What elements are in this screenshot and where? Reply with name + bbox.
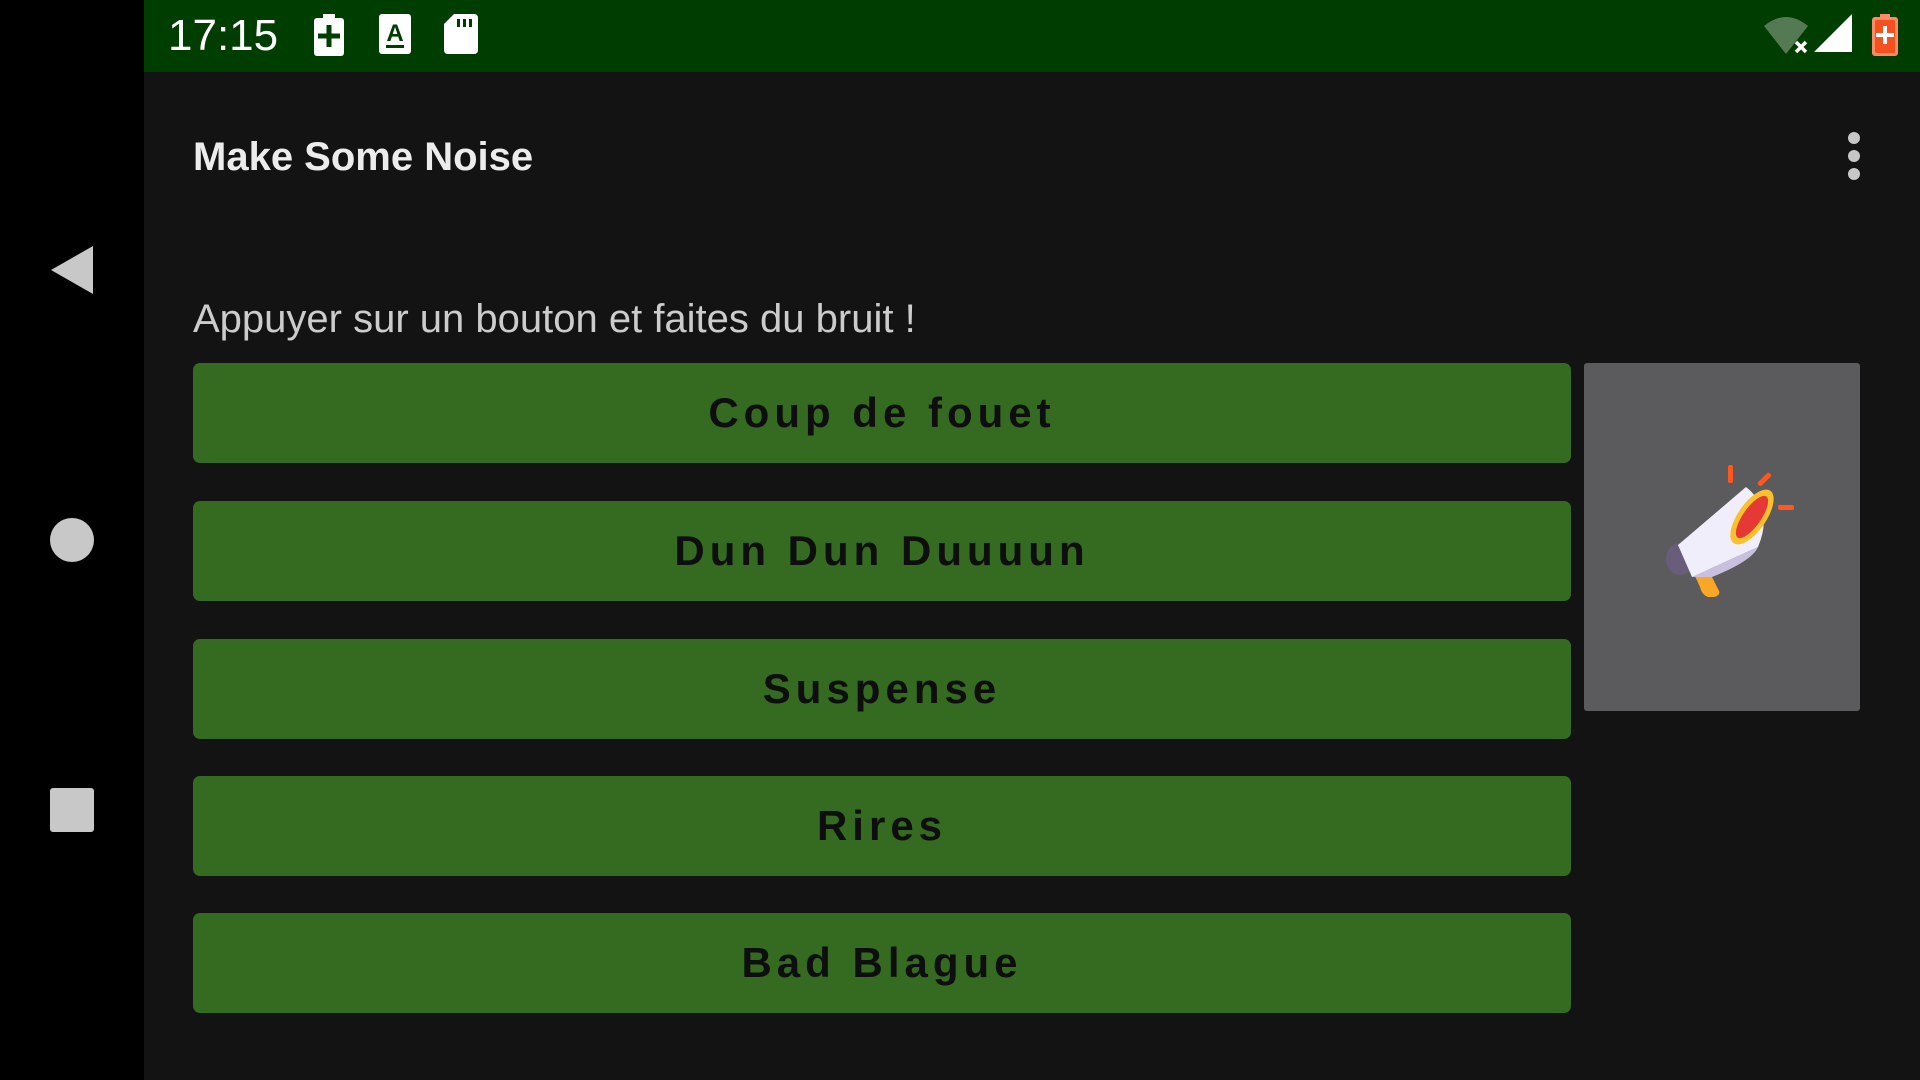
home-icon	[50, 518, 94, 562]
status-bar: 17:15 A	[144, 0, 1920, 72]
megaphone-icon	[1666, 465, 1794, 597]
megaphone-image-panel	[1584, 363, 1860, 711]
status-time: 17:15	[168, 11, 279, 60]
back-button[interactable]	[0, 210, 144, 330]
more-vert-icon	[1848, 132, 1860, 144]
sound-button-bad-blague[interactable]: Bad Blague	[193, 913, 1571, 1013]
sound-button-dun-dun-duuuun[interactable]: Dun Dun Duuuun	[193, 501, 1571, 601]
battery-charging-icon	[1872, 14, 1898, 56]
wifi-off-icon	[1764, 17, 1808, 54]
sound-button-suspense[interactable]: Suspense	[193, 639, 1571, 739]
battery-saver-icon	[314, 14, 344, 56]
recents-button[interactable]	[0, 750, 144, 870]
recents-icon	[50, 788, 94, 832]
navigation-bar	[0, 0, 144, 1080]
more-vert-icon-dot	[1848, 168, 1860, 180]
more-vert-icon-dot	[1848, 150, 1860, 162]
svg-text:A: A	[386, 20, 403, 47]
instruction-text: Appuyer sur un bouton et faites du bruit…	[193, 297, 916, 341]
sound-button-rires[interactable]: Rires	[193, 776, 1571, 876]
app-title: Make Some Noise	[193, 135, 534, 179]
back-icon	[51, 246, 93, 294]
sound-button-coup-de-fouet[interactable]: Coup de fouet	[193, 363, 1571, 463]
home-button[interactable]	[0, 480, 144, 600]
cell-signal-icon	[1814, 14, 1852, 52]
sd-card-icon	[444, 14, 478, 54]
overflow-menu-button[interactable]	[1832, 126, 1876, 186]
keyboard-icon: A	[379, 14, 411, 54]
